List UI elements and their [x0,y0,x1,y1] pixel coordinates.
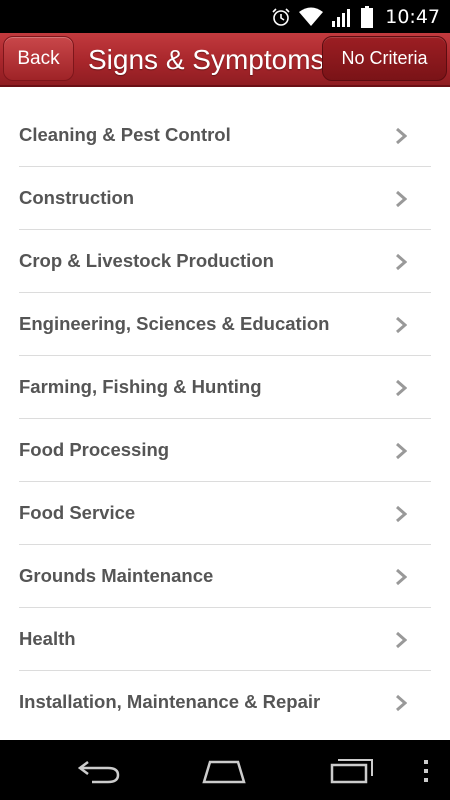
battery-icon [361,5,374,28]
list-item[interactable]: Grounds Maintenance [19,545,431,608]
list-item[interactable]: Farming, Fishing & Hunting [19,356,431,419]
home-nav-icon[interactable] [200,758,248,789]
chevron-right-icon [395,442,408,460]
list-item-label: Cleaning & Pest Control [19,124,231,145]
chevron-right-icon [395,505,408,523]
list-item[interactable]: Construction [19,167,431,230]
list-item[interactable]: Food Service [19,482,431,545]
chevron-right-icon [395,253,408,271]
chevron-right-icon [395,190,408,208]
chevron-right-icon [395,568,408,586]
navigation-bar [0,740,450,800]
category-list: Cleaning & Pest Control Construction Crop … [0,104,450,734]
list-item-label: Farming, Fishing & Hunting [19,376,262,397]
page-title: Signs & Symptoms [88,44,325,75]
action-bar: Back Signs & Symptoms No Criteria [0,33,450,87]
list-item-label: Installation, Maintenance & Repair [19,691,321,712]
overflow-menu-icon[interactable] [422,758,430,789]
status-bar: 10:47 [0,0,450,33]
list-item-label: Grounds Maintenance [19,565,214,586]
list-item[interactable]: Health [19,608,431,671]
list-item-label: Health [19,628,76,649]
status-time: 10:47 [385,5,440,28]
list-item[interactable]: Crop & Livestock Production [19,230,431,293]
list-item[interactable]: Cleaning & Pest Control [19,104,431,167]
status-icons: 10:47 [271,0,440,33]
back-nav-icon[interactable] [77,758,122,789]
list-item-label: Crop & Livestock Production [19,250,274,271]
list-item-label: Food Processing [19,439,170,460]
alarm-icon [271,7,291,27]
chevron-right-icon [395,127,408,145]
list-item[interactable]: Installation, Maintenance & Repair [19,671,431,734]
recents-nav-icon[interactable] [330,756,374,789]
chevron-right-icon [395,631,408,649]
list-item-label: Engineering, Sciences & Education [19,313,330,334]
chevron-right-icon [395,694,408,712]
list-item[interactable]: Food Processing [19,419,431,482]
no-criteria-button[interactable]: No Criteria [322,36,447,81]
signal-icon [331,7,353,27]
chevron-right-icon [395,379,408,397]
list-item-label: Food Service [19,502,136,523]
chevron-right-icon [395,316,408,334]
wifi-icon [299,7,324,27]
list-item[interactable]: Engineering, Sciences & Education [19,293,431,356]
back-button[interactable]: Back [3,36,74,81]
list-item-label: Construction [19,187,135,208]
